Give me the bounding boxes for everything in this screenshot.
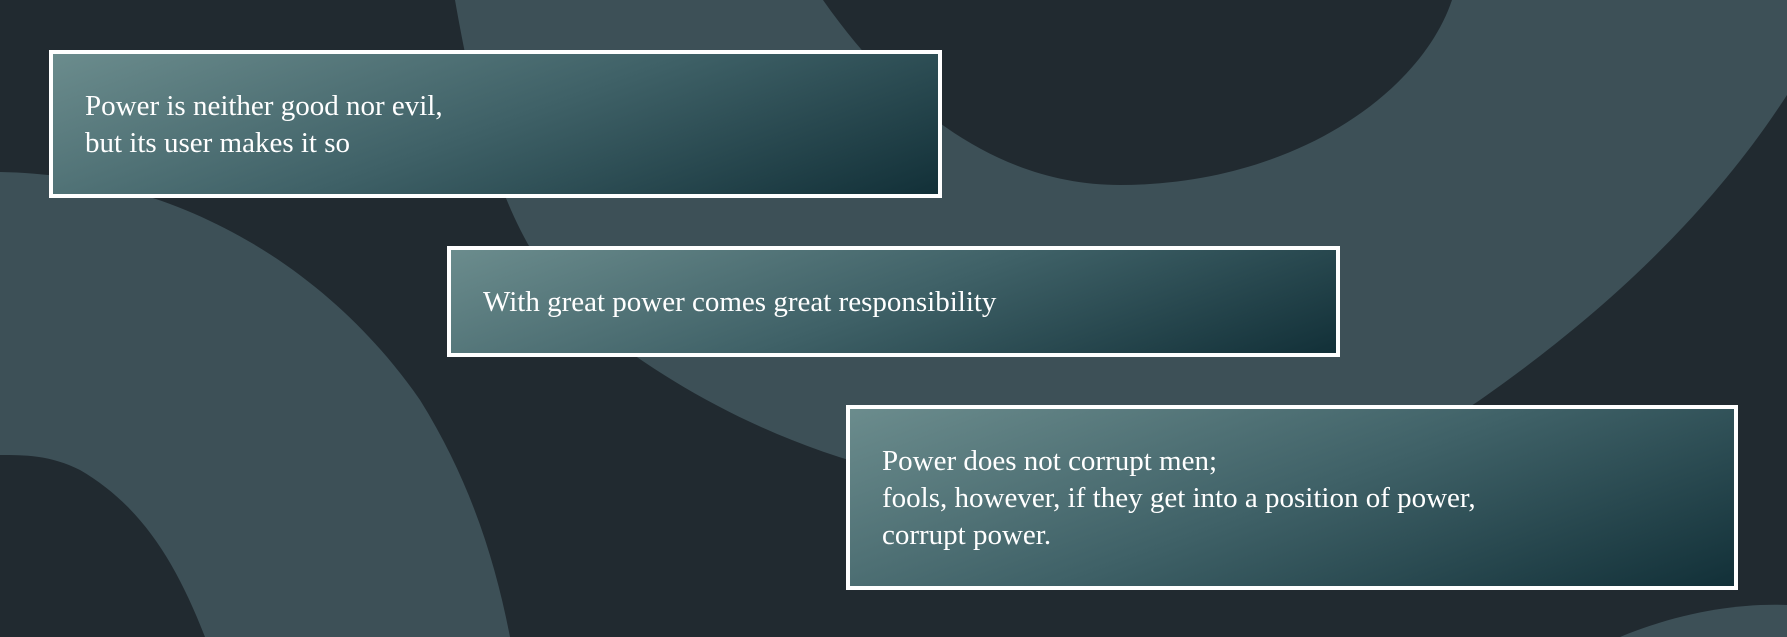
quote-3-line-2: fools, however, if they get into a posit… [882,482,1476,514]
quote-3-line-3: corrupt power. [882,519,1052,551]
quote-box-1: Power is neither good nor evil, but its … [49,50,942,198]
quote-1-line-2: but its user makes it so [85,127,351,159]
quote-3-line-1: Power does not corrupt men; [882,445,1218,477]
background-band-left [0,172,510,637]
quote-box-2: With great power comes great responsibil… [447,246,1340,357]
quote-box-3: Power does not corrupt men; fools, howev… [846,405,1738,590]
quote-2-line-1: With great power comes great responsibil… [483,286,997,318]
quote-1-line-1: Power is neither good nor evil, [85,90,443,122]
background-band-corner [1620,604,1787,637]
